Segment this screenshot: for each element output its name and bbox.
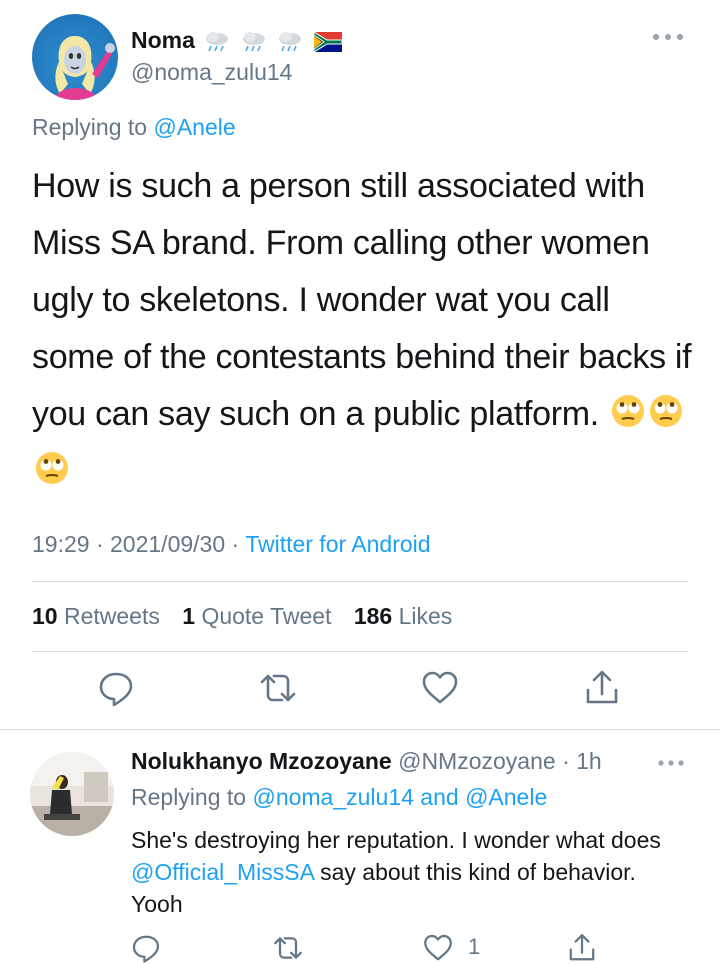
author-name-row[interactable]: Noma bbox=[131, 27, 343, 54]
reply-text-before: She's destroying her reputation. I wonde… bbox=[131, 827, 661, 853]
more-horizontal-icon[interactable] bbox=[656, 757, 686, 769]
meta-separator: · bbox=[95, 531, 104, 557]
tweet-source-link[interactable]: Twitter for Android bbox=[245, 531, 430, 557]
reply-icon[interactable] bbox=[130, 932, 162, 964]
heart-icon[interactable] bbox=[422, 932, 454, 964]
share-icon[interactable] bbox=[582, 668, 622, 708]
replying-label: Replying to bbox=[131, 784, 247, 810]
reply-like-count: 1 bbox=[468, 934, 481, 959]
rain-cloud-emoji-icon bbox=[279, 31, 302, 52]
face-with-rolling-eyes-emoji-icon bbox=[650, 395, 683, 427]
meta-separator: · bbox=[231, 531, 240, 557]
tweet-meta: 19:29 · 2021/09/30 · Twitter for Android bbox=[32, 531, 431, 558]
reply-actions bbox=[0, 932, 720, 964]
reply-age: · 1h bbox=[562, 748, 602, 774]
share-icon[interactable] bbox=[566, 932, 598, 964]
reply-icon[interactable] bbox=[96, 668, 136, 708]
reply-header: Nolukhanyo Mzozoyane @NMzozoyane · 1h bbox=[131, 748, 602, 775]
reply-avatar[interactable] bbox=[30, 752, 114, 836]
divider bbox=[32, 581, 688, 582]
replying-to: Replying to @Anele bbox=[32, 114, 236, 141]
quotes-label: Quote Tweet bbox=[201, 603, 332, 629]
likes-label: Likes bbox=[398, 603, 453, 629]
retweets-label: Retweets bbox=[63, 603, 160, 629]
tweet-actions bbox=[0, 668, 720, 714]
rain-cloud-emoji-icon bbox=[206, 31, 229, 52]
quotes-stat[interactable]: 1 Quote Tweet bbox=[182, 603, 347, 629]
face-with-rolling-eyes-emoji-icon bbox=[36, 452, 68, 484]
reply-author-handle[interactable]: @NMzozoyane bbox=[398, 748, 556, 774]
more-horizontal-icon[interactable] bbox=[650, 30, 686, 44]
replying-mention-link[interactable]: @Anele bbox=[153, 114, 235, 140]
rain-cloud-emoji-icon bbox=[242, 31, 265, 52]
face-with-rolling-eyes-emoji-icon bbox=[612, 395, 645, 427]
tweet-stats: 10 Retweets 1 Quote Tweet 186 Likes bbox=[32, 603, 468, 630]
retweets-stat[interactable]: 10 Retweets bbox=[32, 603, 176, 629]
divider bbox=[0, 729, 720, 730]
author-name[interactable]: Noma bbox=[131, 27, 195, 53]
author-handle[interactable]: @noma_zulu14 bbox=[131, 59, 292, 86]
main-tweet: Noma @noma_zulu14 Replying to @Anele How… bbox=[0, 0, 720, 730]
divider bbox=[32, 651, 688, 652]
avatar[interactable] bbox=[32, 14, 118, 100]
reply-author-name[interactable]: Nolukhanyo Mzozoyane bbox=[131, 748, 392, 774]
likes-count: 186 bbox=[353, 603, 393, 629]
tweet-text-content: How is such a person still associated wi… bbox=[32, 167, 692, 433]
reply-text: She's destroying her reputation. I wonde… bbox=[131, 824, 691, 920]
likes-stat[interactable]: 186 Likes bbox=[354, 603, 468, 629]
reply-mention-link[interactable]: @Official_MissSA bbox=[131, 859, 314, 885]
tweet-date: 2021/09/30 bbox=[110, 531, 226, 557]
quotes-count: 1 bbox=[182, 603, 196, 629]
tweet-text: How is such a person still associated wi… bbox=[32, 158, 692, 500]
tweet-time: 19:29 bbox=[32, 531, 90, 557]
reply-replying-to: Replying to @noma_zulu14 and @Anele bbox=[131, 784, 547, 811]
replying-label: Replying to bbox=[32, 114, 148, 140]
retweet-icon[interactable] bbox=[272, 932, 304, 964]
heart-icon[interactable] bbox=[420, 668, 460, 708]
replying-mentions-link[interactable]: @noma_zulu14 and @Anele bbox=[252, 784, 547, 810]
retweets-count: 10 bbox=[32, 603, 58, 629]
south-africa-flag-icon bbox=[314, 31, 343, 52]
retweet-icon[interactable] bbox=[258, 668, 298, 708]
